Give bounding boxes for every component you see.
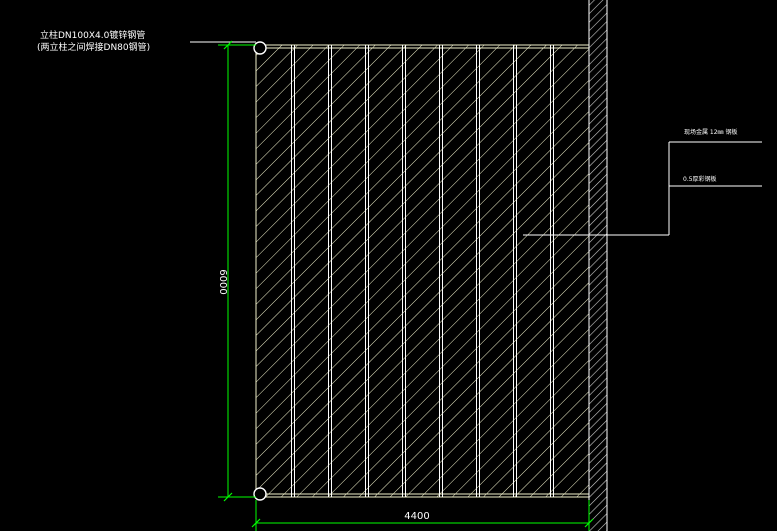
callout-bottom-label: 0.5厚彩钢板	[683, 175, 717, 183]
panel-hatch-fill	[256, 45, 589, 497]
height-dim-label: 6000	[217, 269, 228, 294]
wall-hatch-fill	[589, 0, 607, 531]
post-bottom-circle	[253, 487, 267, 501]
wall-section	[588, 0, 608, 531]
height-dimension: 6000	[217, 40, 256, 502]
callout-top-label: 现场金属 12㎜ 钢板	[684, 128, 737, 136]
cad-drawing: 立柱DN100X4.0镀锌钢管 (两立柱之间焊接DN80钢管) 现场金属 12㎜…	[37, 0, 762, 531]
note-line-2: (两立柱之间焊接DN80钢管)	[37, 41, 150, 53]
width-dimension: 4400	[251, 500, 594, 531]
post-top-circle	[253, 41, 267, 55]
note-line-1: 立柱DN100X4.0镀锌钢管	[40, 29, 145, 41]
width-dim-label: 4400	[404, 511, 429, 522]
panel-group	[253, 41, 590, 501]
